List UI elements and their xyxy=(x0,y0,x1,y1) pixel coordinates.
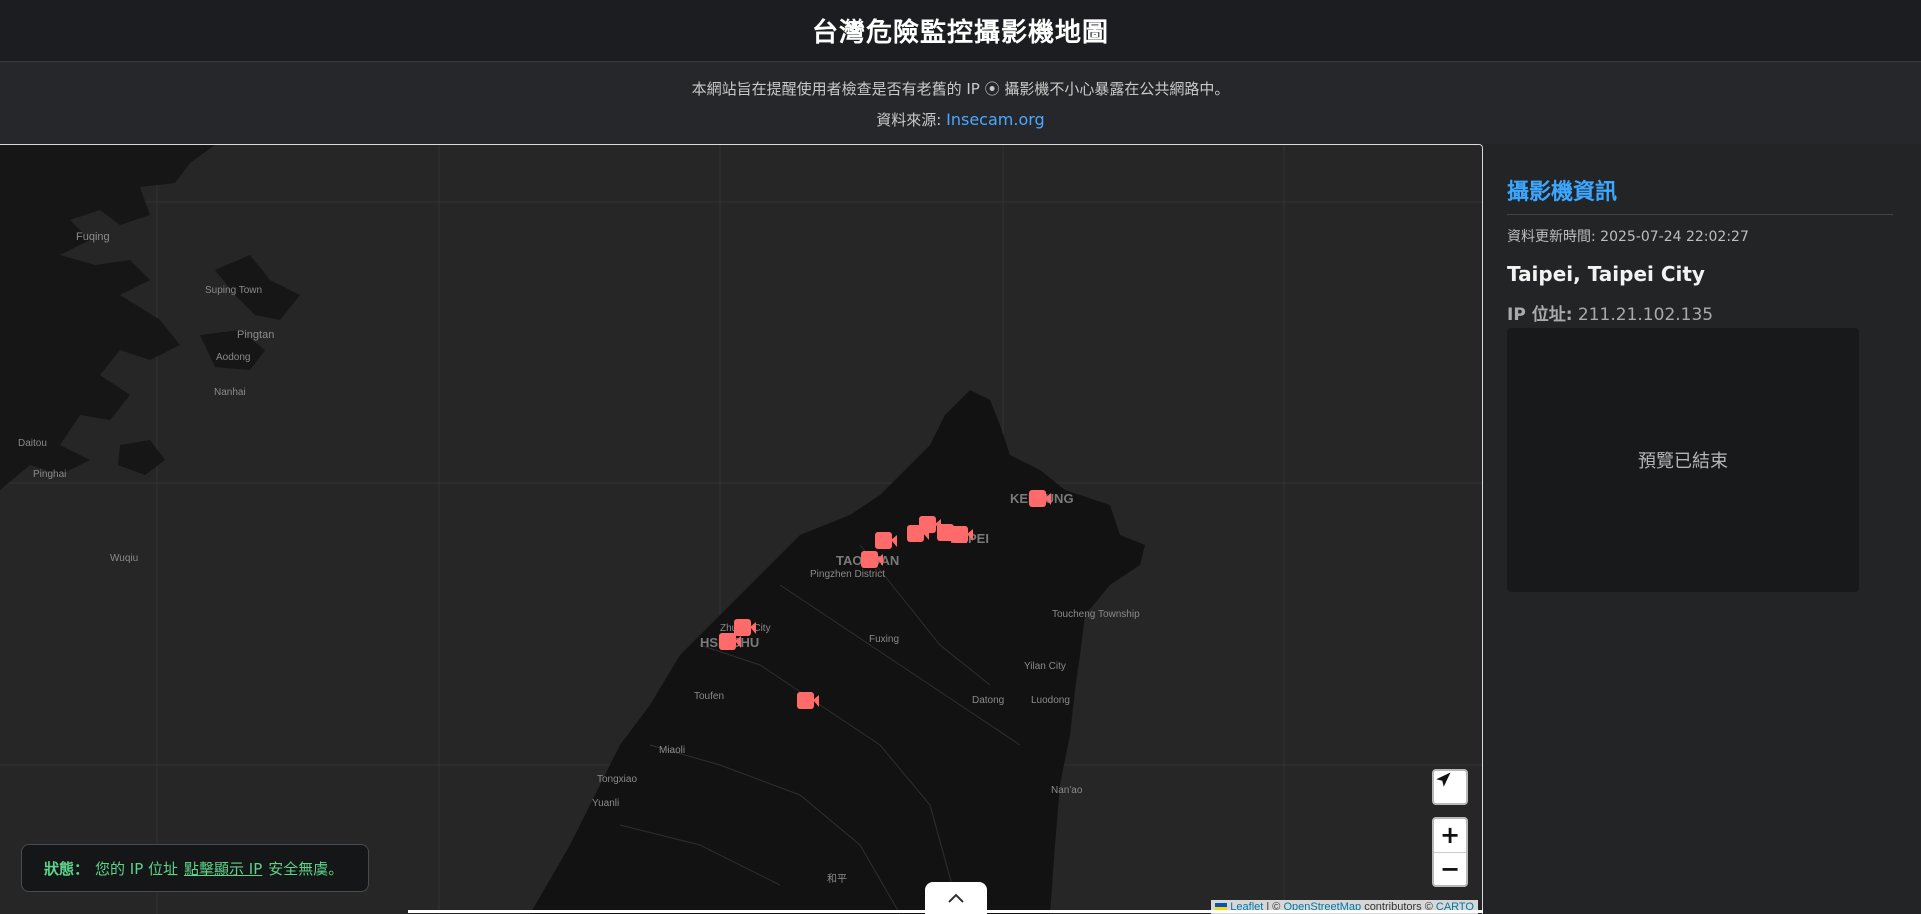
camera-preview: 預覽已結束 xyxy=(1507,328,1859,592)
map-container[interactable]: Fuqing Suping Town Pingtan Aodong Nanhai… xyxy=(0,144,1483,914)
zoom-in-button[interactable]: + xyxy=(1434,819,1466,852)
map-label-miaoli: Miaoli xyxy=(659,745,685,756)
status-toast: 狀態： 您的 IP 位址 點擊顯示 IP 安全無虞。 xyxy=(21,844,369,892)
navigation-arrow-icon xyxy=(1436,772,1451,787)
source-line: 資料來源: Insecam.org xyxy=(0,109,1921,130)
preview-status: 預覽已結束 xyxy=(1638,451,1728,472)
camera-city: Taipei, Taipei City xyxy=(1507,262,1705,286)
status-text-prefix: 您的 IP 位址 xyxy=(95,859,179,878)
notice-banner: 本網站旨在提醒使用者檢查是否有老舊的 IP ⦿ 攝影機不小心暴露在公共網路中。 … xyxy=(0,62,1921,144)
map-label-nanao: Nan'ao xyxy=(1051,785,1083,796)
app-header: 台灣危險監控攝影機地圖 xyxy=(0,0,1921,62)
map-label-pinghai: Pinghai xyxy=(33,469,66,480)
ip-label: IP 位址: xyxy=(1507,305,1573,325)
map-canvas[interactable]: Fuqing Suping Town Pingtan Aodong Nanhai… xyxy=(0,145,1482,914)
chevron-up-icon xyxy=(948,893,964,903)
locate-button[interactable] xyxy=(1432,769,1468,805)
map-label-toucheng: Toucheng Township xyxy=(1052,609,1140,620)
map-label-fuxing: Fuxing xyxy=(869,634,899,645)
camera-ip: IP 位址: 211.21.102.135 xyxy=(1507,300,1713,325)
ip-value: 211.21.102.135 xyxy=(1577,305,1714,325)
map-label-yilan: Yilan City xyxy=(1024,661,1066,672)
source-label: 資料來源: xyxy=(876,111,942,129)
map-label-datong: Datong xyxy=(972,695,1004,706)
map-label-tongxiao: Tongxiao xyxy=(597,774,637,785)
map-label-pingtan: Pingtan xyxy=(237,329,274,341)
status-text-suffix: 安全無虞。 xyxy=(268,859,344,878)
map-label-wuqiu: Wuqiu xyxy=(110,553,138,564)
page-title: 台灣危險監控攝影機地圖 xyxy=(811,18,1109,48)
show-ip-link[interactable]: 點擊顯示 IP xyxy=(184,858,262,879)
map-label-yuanli: Yuanli xyxy=(592,798,619,809)
map-label-heping: 和平 xyxy=(827,873,847,885)
status-label: 狀態： xyxy=(44,859,90,878)
map-label-nanhai: Nanhai xyxy=(214,387,246,398)
panel-title: 攝影機資訊 xyxy=(1507,180,1618,205)
map-label-luodong: Luodong xyxy=(1031,695,1070,706)
zoom-control: + − xyxy=(1432,817,1468,887)
map-label-fuqing: Fuqing xyxy=(76,231,110,243)
map-label-daitou: Daitou xyxy=(18,438,47,449)
map-label-aodong: Aodong xyxy=(216,352,250,363)
map-label-toufen: Toufen xyxy=(694,691,724,702)
camera-info-panel: 攝影機資訊 資料更新時間: 2025-07-24 22:02:27 Taipei… xyxy=(1483,144,1921,913)
update-time: 資料更新時間: 2025-07-24 22:02:27 xyxy=(1507,229,1749,245)
panel-divider xyxy=(1507,214,1893,215)
zoom-out-button[interactable]: − xyxy=(1434,851,1466,886)
source-link[interactable]: Insecam.org xyxy=(946,110,1045,129)
map-label-pingzhen: Pingzhen District xyxy=(810,569,885,580)
map-label-suping: Suping Town xyxy=(205,285,262,296)
notice-text: 本網站旨在提醒使用者檢查是否有老舊的 IP ⦿ 攝影機不小心暴露在公共網路中。 xyxy=(691,80,1230,98)
